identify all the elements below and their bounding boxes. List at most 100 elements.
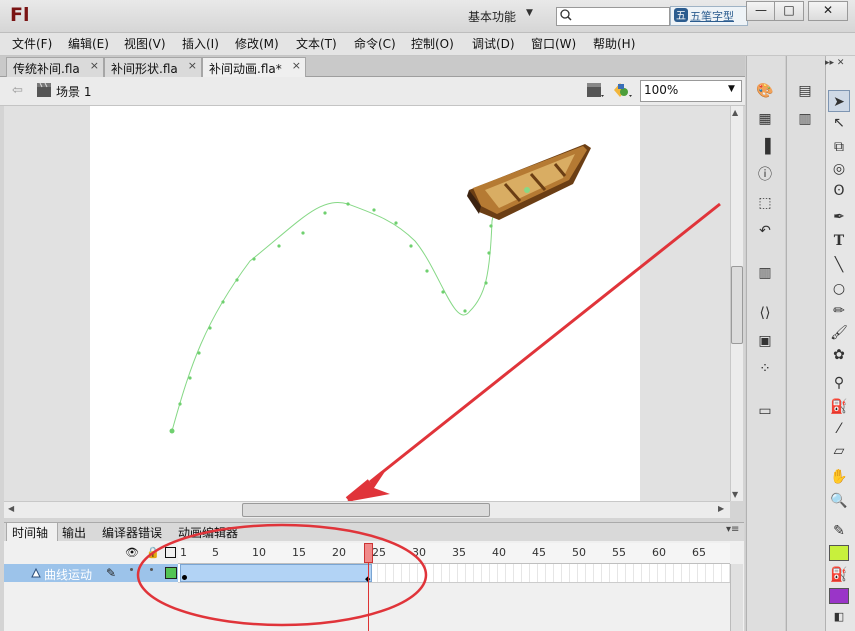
menu-debug[interactable]: 调试(D) (472, 35, 515, 52)
tab-motion-tween[interactable]: 补间动画.fla* × (202, 57, 306, 78)
menu-modify[interactable]: 修改(M) (235, 35, 279, 52)
bone-tool-icon[interactable]: ⚲ (828, 372, 850, 394)
paint-bucket-tool-icon[interactable]: ⛽ (828, 396, 850, 418)
brush-tool-icon[interactable]: 🖌 (828, 322, 850, 344)
annotation-ellipse (136, 523, 428, 627)
close-button[interactable]: ✕ (808, 1, 848, 21)
motion-layer-icon (31, 567, 41, 578)
timeline-vertical-scrollbar[interactable] (730, 564, 743, 631)
svg-text:五: 五 (676, 11, 686, 22)
tab-label: 传统补间.fla (13, 62, 80, 76)
close-icon[interactable]: × (188, 59, 197, 72)
ime-logo-icon: 五 (674, 8, 688, 22)
selection-tool-icon[interactable]: ➤ (828, 90, 850, 112)
ruler-frame-number: 65 (692, 546, 706, 559)
menu-commands[interactable]: 命令(C) (354, 35, 396, 52)
layer-name[interactable]: 曲线运动 (44, 566, 92, 583)
tab-output[interactable]: 输出 (62, 524, 86, 541)
properties-panel-icon[interactable]: ▤ (794, 80, 816, 102)
close-icon[interactable]: × (292, 59, 301, 72)
minimize-icon: — (755, 3, 767, 17)
components-panel-icon[interactable]: ▣ (754, 330, 776, 352)
ruler-frame-number: 50 (572, 546, 586, 559)
fill-color-swatch[interactable] (829, 588, 849, 604)
menu-view[interactable]: 视图(V) (124, 35, 166, 52)
info-panel-icon[interactable]: ⓘ (754, 164, 776, 186)
horizontal-scroll-thumb[interactable] (242, 503, 490, 517)
scene-label[interactable]: 场景 1 (56, 83, 91, 100)
tab-shape-tween[interactable]: 补间形状.fla × (104, 57, 202, 77)
help-search-input[interactable] (556, 7, 670, 26)
menu-control[interactable]: 控制(O) (411, 35, 454, 52)
stroke-color-icon: ✎ (833, 523, 845, 539)
deco-tool-icon[interactable]: ✿ (828, 344, 850, 366)
stroke-color-swatch[interactable] (829, 545, 849, 561)
ime-mode-label[interactable]: 五笔字型 (690, 8, 734, 24)
scroll-down-icon[interactable]: ▼ (732, 490, 738, 499)
color-panel-icon[interactable]: 🎨 (754, 80, 776, 102)
maximize-button[interactable]: □ (774, 1, 804, 21)
ruler-frame-number: 60 (652, 546, 666, 559)
scene-icon (37, 82, 51, 97)
tab-timeline[interactable]: 时间轴 (12, 524, 48, 541)
swatches-panel-icon[interactable]: ▦ (754, 108, 776, 130)
history-panel-icon[interactable]: ↶ (754, 220, 776, 242)
scroll-left-icon[interactable]: ◀ (8, 504, 14, 513)
chevron-down-icon[interactable]: ▼ (728, 84, 735, 94)
eraser-tool-icon[interactable]: ▱ (828, 440, 850, 462)
menu-insert[interactable]: 插入(I) (182, 35, 219, 52)
transform-panel-icon[interactable]: ⬚ (754, 192, 776, 214)
minimize-button[interactable]: — (746, 1, 776, 21)
pen-tool-icon[interactable]: ✒ (828, 206, 850, 228)
visibility-dot[interactable] (130, 568, 133, 571)
menu-help[interactable]: 帮助(H) (593, 35, 635, 52)
eyedropper-tool-icon[interactable]: ⁄ (828, 418, 850, 440)
text-tool-icon[interactable]: T (828, 230, 850, 252)
lasso-tool-icon[interactable]: ʘ (828, 180, 850, 202)
pencil-tool-icon[interactable]: ✏ (828, 300, 850, 322)
align-panel-icon[interactable]: ▐ (754, 136, 776, 158)
actions-panel-icon[interactable]: ⟨⟩ (754, 302, 776, 324)
close-icon[interactable]: × (90, 59, 99, 72)
back-arrow-icon[interactable]: ⇦ (12, 83, 23, 98)
oval-tool-icon[interactable]: ○ (828, 278, 850, 300)
scroll-right-icon[interactable]: ▶ (718, 504, 724, 513)
project-panel-icon[interactable]: ▭ (754, 400, 776, 422)
ruler-frame-number: 55 (612, 546, 626, 559)
menu-text[interactable]: 文本(T) (296, 35, 337, 52)
menu-edit[interactable]: 编辑(E) (68, 35, 109, 52)
ruler-frame-number: 45 (532, 546, 546, 559)
workspace-switcher[interactable]: 基本功能 (468, 8, 516, 25)
library-panel-2-icon[interactable]: ▥ (794, 108, 816, 130)
menu-file[interactable]: 文件(F) (12, 35, 52, 52)
ruler-frame-number: 40 (492, 546, 506, 559)
edit-symbols-icon[interactable] (612, 80, 634, 100)
ruler-frame-number: 35 (452, 546, 466, 559)
collapse-panel-icon[interactable]: ▸▸ ✕ (825, 58, 844, 68)
pencil-icon: ✎ (106, 566, 117, 580)
tab-traditional-tween[interactable]: 传统补间.fla × (6, 57, 104, 77)
swap-colors-icon[interactable]: ◧ (828, 606, 850, 628)
vertical-scroll-thumb[interactable] (731, 266, 743, 344)
subselection-tool-icon[interactable]: ↖ (828, 112, 850, 134)
search-icon (560, 9, 572, 21)
panel-menu-icon[interactable]: ▾≡ (726, 524, 739, 535)
menu-window[interactable]: 窗口(W) (531, 35, 576, 52)
zoom-value: 100% (644, 83, 679, 97)
fill-color-icon: ⛽ (830, 567, 848, 583)
3d-rotation-tool-icon[interactable]: ◎ (828, 158, 850, 180)
chevron-down-icon[interactable]: ▼ (526, 8, 533, 18)
tab-label: 补间形状.fla (111, 62, 178, 76)
panel-icons-column-2 (786, 56, 825, 631)
free-transform-tool-icon[interactable]: ⧉ (828, 136, 850, 158)
hand-tool-icon[interactable]: ✋ (828, 466, 850, 488)
app-logo: Fl (10, 4, 30, 26)
edit-scene-icon[interactable] (586, 81, 606, 99)
zoom-tool-icon[interactable]: 🔍 (828, 490, 850, 512)
tab-label: 补间动画.fla* (209, 62, 282, 76)
maximize-icon: □ (783, 3, 795, 17)
motion-presets-icon[interactable]: ⁘ (754, 358, 776, 380)
line-tool-icon[interactable]: ╲ (828, 254, 850, 276)
library-panel-icon[interactable]: ▥ (754, 262, 776, 284)
scroll-up-icon[interactable]: ▲ (732, 108, 738, 117)
